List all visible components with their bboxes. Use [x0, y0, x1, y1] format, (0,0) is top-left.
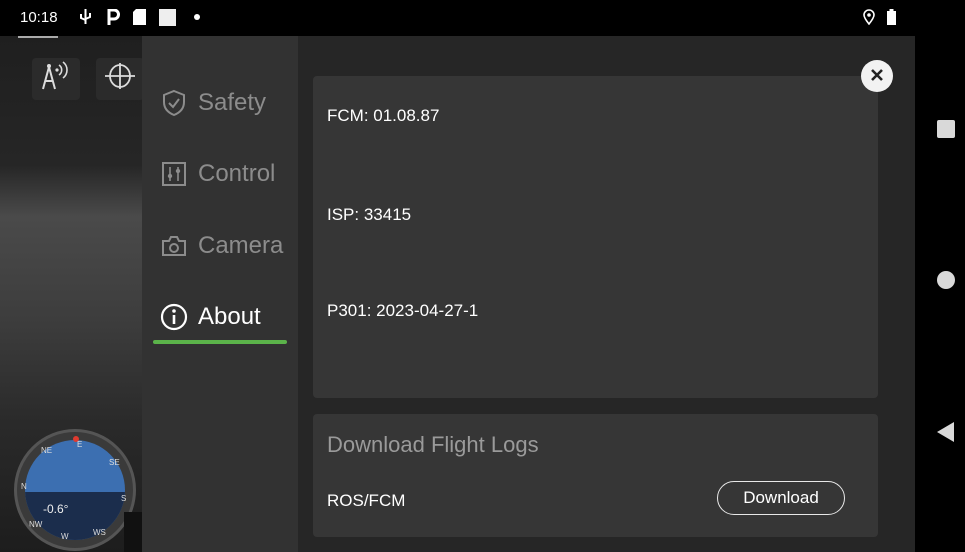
blank-square-icon: [158, 8, 176, 26]
dot-icon: [193, 9, 201, 25]
compass-label: WS: [93, 528, 106, 537]
recents-square-icon[interactable]: [937, 120, 955, 138]
antenna-signal-icon: [39, 61, 73, 97]
camera-side-tab: [124, 512, 142, 552]
sidebar-item-label: Control: [198, 160, 276, 187]
compass-label: SE: [109, 458, 120, 467]
flight-logs-label: ROS/FCM: [327, 491, 406, 510]
info-icon: [160, 303, 188, 331]
gimbal-button[interactable]: [96, 58, 142, 100]
camera-overlay-line: [18, 36, 58, 42]
close-button[interactable]: [861, 60, 893, 92]
shield-check-icon: [160, 89, 188, 117]
location-icon: [862, 9, 876, 25]
sidebar-item-label: About: [198, 303, 261, 330]
attitude-ground: [25, 492, 125, 540]
status-bar: 10:18: [0, 0, 915, 36]
about-panel: FCM: 01.08.87 ISP: 33415 P301: 2023-04-2…: [298, 36, 915, 552]
sidebar-item-about[interactable]: About: [160, 297, 261, 337]
compass-label: NW: [29, 520, 43, 529]
antenna-signal-button[interactable]: [32, 58, 80, 100]
battery-icon: [886, 9, 896, 25]
home-circle-icon[interactable]: [937, 271, 955, 289]
sidebar-item-camera[interactable]: Camera: [160, 226, 283, 266]
version-info-card: FCM: 01.08.87 ISP: 33415 P301: 2023-04-2…: [313, 76, 878, 398]
attitude-indicator: NE E SE N S NW W WS -0.6°: [14, 429, 136, 551]
back-triangle-icon[interactable]: [937, 422, 954, 442]
compass-label: E: [77, 440, 83, 449]
parking-icon: [106, 9, 120, 25]
pitch-readout: -0.6°: [43, 502, 69, 516]
sidebar-item-label: Camera: [198, 232, 284, 259]
camera-icon: [160, 232, 188, 260]
sd-card-icon: [132, 9, 146, 25]
download-button[interactable]: Download: [717, 481, 845, 515]
active-tab-indicator: [153, 340, 287, 344]
p301-version: P301: 2023-04-27-1: [327, 301, 479, 320]
system-nav-bar: [915, 0, 965, 552]
sidebar-item-safety[interactable]: Safety: [160, 83, 266, 123]
fcm-version: FCM: 01.08.87: [327, 106, 440, 125]
gimbal-icon: [103, 61, 137, 97]
compass-label: W: [61, 532, 69, 541]
isp-version: ISP: 33415: [327, 205, 412, 224]
sliders-icon: [160, 160, 188, 188]
flight-logs-card: Download Flight Logs ROS/FCM Download: [313, 414, 878, 537]
compass-label: NE: [41, 446, 53, 455]
status-time: 10:18: [20, 9, 58, 26]
usb-icon: [78, 9, 92, 25]
flight-logs-heading: Download Flight Logs: [327, 432, 539, 457]
sidebar-item-label: Safety: [198, 89, 267, 116]
close-icon: [870, 65, 884, 88]
camera-view: NE E SE N S NW W WS -0.6°: [0, 36, 142, 552]
compass-label: S: [121, 494, 127, 503]
compass-label: N: [21, 482, 27, 491]
sidebar-item-control[interactable]: Control: [160, 154, 275, 194]
settings-sidebar: Safety Control Camera About: [142, 36, 298, 552]
